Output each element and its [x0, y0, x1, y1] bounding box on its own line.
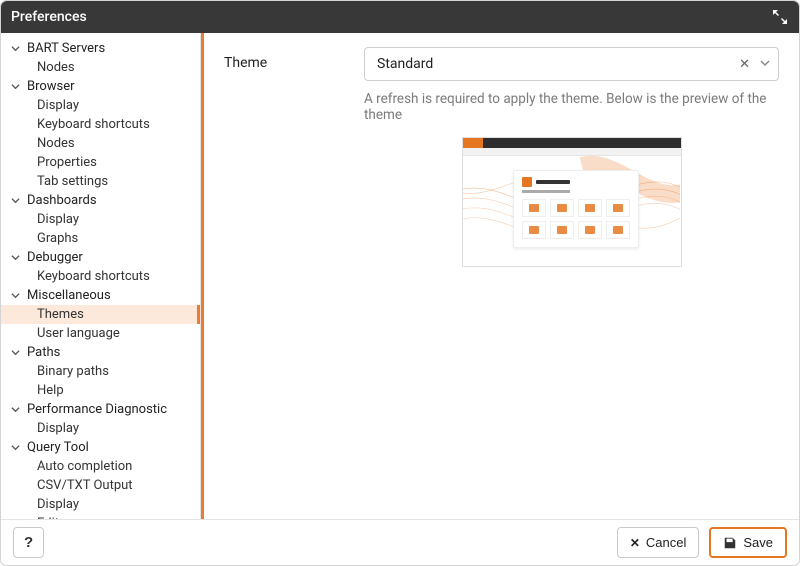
- helper-text: A refresh is required to apply the theme…: [364, 91, 779, 123]
- tree-group-query-tool[interactable]: Query Tool: [1, 438, 200, 457]
- tree-group-label: Paths: [27, 345, 60, 360]
- theme-select[interactable]: Standard ✕: [364, 47, 779, 81]
- tree-item-binary-paths[interactable]: Binary paths: [1, 362, 200, 381]
- cancel-label: Cancel: [646, 535, 686, 550]
- titlebar: Preferences: [1, 1, 799, 33]
- content-pane: Theme Standard ✕ A refresh is required t…: [204, 33, 799, 519]
- theme-select-value: Standard: [377, 56, 433, 72]
- help-icon: ?: [24, 534, 33, 551]
- tree-group-label: BART Servers: [27, 41, 105, 56]
- tree-group-label: Query Tool: [27, 440, 89, 455]
- chevron-down-icon: [11, 82, 23, 91]
- chevron-down-icon: [11, 405, 23, 414]
- tree-item-display[interactable]: Display: [1, 495, 200, 514]
- dialog-footer: ? ✕ Cancel Save: [1, 519, 799, 565]
- tree-item-nodes[interactable]: Nodes: [1, 134, 200, 153]
- chevron-down-icon: [11, 44, 23, 53]
- preferences-tree: BART Servers Nodes Browser Display Keybo…: [1, 39, 200, 519]
- dropdown-icon[interactable]: [760, 57, 770, 72]
- tree-group-miscellaneous[interactable]: Miscellaneous: [1, 286, 200, 305]
- tree-item-properties[interactable]: Properties: [1, 153, 200, 172]
- theme-label: Theme: [224, 47, 364, 71]
- tree-item-nodes[interactable]: Nodes: [1, 58, 200, 77]
- tree-group-label: Dashboards: [27, 193, 97, 208]
- tree-item-user-language[interactable]: User language: [1, 324, 200, 343]
- sidebar: BART Servers Nodes Browser Display Keybo…: [1, 33, 201, 519]
- chevron-down-icon: [11, 443, 23, 452]
- tree-group-bart-servers[interactable]: BART Servers: [1, 39, 200, 58]
- tree-item-graphs[interactable]: Graphs: [1, 229, 200, 248]
- tree-item-display[interactable]: Display: [1, 210, 200, 229]
- tree-item-display[interactable]: Display: [1, 419, 200, 438]
- chevron-down-icon: [11, 348, 23, 357]
- tree-group-performance-diagnostic[interactable]: Performance Diagnostic: [1, 400, 200, 419]
- close-icon: ✕: [630, 536, 640, 550]
- tree-group-browser[interactable]: Browser: [1, 77, 200, 96]
- tree-item-themes[interactable]: Themes: [1, 305, 200, 324]
- tree-group-label: Miscellaneous: [27, 288, 111, 303]
- tree-item-tab-settings[interactable]: Tab settings: [1, 172, 200, 191]
- theme-preview: [462, 137, 682, 267]
- cancel-button[interactable]: ✕ Cancel: [617, 527, 700, 558]
- window-title: Preferences: [11, 9, 87, 25]
- save-button[interactable]: Save: [709, 527, 787, 558]
- clear-icon[interactable]: ✕: [739, 57, 750, 72]
- tree-item-display[interactable]: Display: [1, 96, 200, 115]
- tree-item-keyboard-shortcuts[interactable]: Keyboard shortcuts: [1, 115, 200, 134]
- tree-item-help[interactable]: Help: [1, 381, 200, 400]
- tree-item-editor[interactable]: Editor: [1, 514, 200, 519]
- maximize-icon[interactable]: [771, 8, 789, 26]
- save-label: Save: [743, 535, 773, 550]
- theme-row: Theme Standard ✕ A refresh is required t…: [224, 47, 779, 267]
- save-icon: [723, 536, 737, 550]
- chevron-down-icon: [11, 196, 23, 205]
- tree-group-label: Debugger: [27, 250, 83, 265]
- tree-group-dashboards[interactable]: Dashboards: [1, 191, 200, 210]
- tree-group-paths[interactable]: Paths: [1, 343, 200, 362]
- tree-group-label: Performance Diagnostic: [27, 402, 167, 417]
- tree-item-csv-txt-output[interactable]: CSV/TXT Output: [1, 476, 200, 495]
- tree-group-debugger[interactable]: Debugger: [1, 248, 200, 267]
- dialog-body: BART Servers Nodes Browser Display Keybo…: [1, 33, 799, 519]
- tree-group-label: Browser: [27, 79, 75, 94]
- chevron-down-icon: [11, 253, 23, 262]
- chevron-down-icon: [11, 291, 23, 300]
- tree-item-keyboard-shortcuts[interactable]: Keyboard shortcuts: [1, 267, 200, 286]
- help-button[interactable]: ?: [13, 527, 44, 558]
- tree-item-auto-completion[interactable]: Auto completion: [1, 457, 200, 476]
